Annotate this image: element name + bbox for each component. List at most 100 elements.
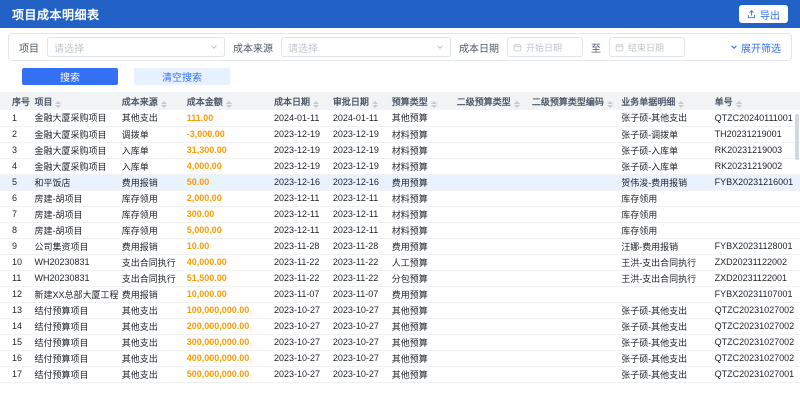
column-header-label: 成本金额 <box>186 96 223 107</box>
date-start-placeholder: 开始日期 <box>526 42 563 53</box>
cell-doc_no: QTZC20231027002 <box>710 334 800 351</box>
sort-icon[interactable] <box>160 100 167 108</box>
date-end-input[interactable]: 结束日期 <box>609 37 685 57</box>
cell-project: 结付预算项目 <box>30 366 118 383</box>
table-row[interactable]: 17 结付预算项目 其他支出 500,000,000.00 2023-10-27 2023… <box>0 366 800 383</box>
cell-sub_code <box>527 286 618 303</box>
cell-cost_date: 2023-11-28 <box>270 238 329 255</box>
sort-icon[interactable] <box>55 100 62 108</box>
cell-detail: 张子硕-入库单 <box>617 142 711 159</box>
cell-index: 17 <box>0 366 31 383</box>
cell-detail: 张子硕-其他支出 <box>617 318 711 335</box>
cell-approve_date: 2023-10-27 <box>328 350 388 367</box>
cell-index: 8 <box>0 222 31 239</box>
table-row[interactable]: 5 和平饭店 费用报销 50.00 2023-12-16 2023-12-16 费用预算 贺伟… <box>0 174 800 191</box>
table-row[interactable]: 6 房建-胡项目 库存领用 2,000.00 2023-12-11 2023-12-11 材… <box>0 190 800 207</box>
search-button[interactable]: 搜索 <box>22 68 118 85</box>
column-header-budget_type[interactable]: 预算类型 <box>387 92 453 110</box>
cell-doc_no: RK20231219002 <box>710 158 800 175</box>
sort-icon[interactable] <box>430 100 437 108</box>
cell-budget_type: 分包预算 <box>387 270 453 287</box>
cell-budget_type: 其他预算 <box>387 366 453 383</box>
sort-icon[interactable] <box>371 100 378 108</box>
column-header-approve_date[interactable]: 审批日期 <box>328 92 388 110</box>
table-row[interactable]: 9 公司集资项目 费用报销 10.00 2023-11-28 2023-11-28 费用预算… <box>0 238 800 255</box>
sort-icon[interactable] <box>735 100 742 108</box>
cell-source: 入库单 <box>117 142 183 159</box>
cell-doc_no <box>710 206 800 223</box>
table-row[interactable]: 7 房建-胡项目 库存领用 300.00 2023-12-11 2023-12-11 材料预… <box>0 206 800 223</box>
date-start-input[interactable]: 开始日期 <box>507 37 583 57</box>
table-row[interactable]: 2 金融大厦采购项目 调拨单 -3,000.00 2023-12-19 2023-12-1… <box>0 126 800 143</box>
cell-detail: 张子硕-其他支出 <box>617 302 711 319</box>
cell-sub_type <box>452 238 528 255</box>
cell-cost_date: 2023-10-27 <box>270 334 329 351</box>
export-button[interactable]: 导出 <box>739 5 788 23</box>
cell-project: 结付预算项目 <box>30 302 118 319</box>
cell-detail: 库存领用 <box>617 206 711 223</box>
cell-index: 14 <box>0 318 31 335</box>
cell-amount: 111.00 <box>182 110 271 127</box>
table-row[interactable]: 10 WH20230831 支出合同执行 40,000.00 2023-11-22 202… <box>0 254 800 271</box>
column-header-project[interactable]: 项目 <box>30 92 118 110</box>
clear-search-button[interactable]: 清空搜索 <box>134 68 230 85</box>
cell-project: WH20230831 <box>30 254 118 271</box>
sort-icon[interactable] <box>606 100 613 108</box>
cell-sub_code <box>527 270 618 287</box>
column-header-source[interactable]: 成本来源 <box>117 92 183 110</box>
project-filter-label: 项目 <box>19 43 39 55</box>
table-row[interactable]: 13 结付预算项目 其他支出 100,000,000.00 2023-10-27 2023… <box>0 302 800 319</box>
source-filter-label: 成本来源 <box>233 43 273 55</box>
cell-approve_date: 2023-11-22 <box>328 270 388 287</box>
cell-cost_date: 2023-11-22 <box>270 270 329 287</box>
cell-cost_date: 2024-01-11 <box>270 110 329 127</box>
cell-sub_code <box>527 110 618 127</box>
sort-icon[interactable] <box>678 100 685 108</box>
cell-source: 其他支出 <box>117 318 183 335</box>
cell-budget_type: 材料预算 <box>387 126 453 143</box>
table-row[interactable]: 8 房建-胡项目 库存领用 5,000.00 2023-12-11 2023-12-11 材… <box>0 222 800 239</box>
column-header-cost_date[interactable]: 成本日期 <box>270 92 329 110</box>
cell-source: 费用报销 <box>117 286 183 303</box>
column-header-doc_no[interactable]: 单号 <box>710 92 800 110</box>
cell-source: 其他支出 <box>117 366 183 383</box>
table-row[interactable]: 12新建XX总部大厦工程二期费用报销10,000.002023-11-07202… <box>0 286 800 303</box>
cell-sub_type <box>452 302 528 319</box>
table-row[interactable]: 16 结付预算项目 其他支出 400,000,000.00 2023-10-27 2023… <box>0 350 800 367</box>
table-row[interactable]: 14 结付预算项目 其他支出 200,000,000.00 2023-10-27 2023… <box>0 318 800 335</box>
sort-icon[interactable] <box>513 100 520 108</box>
table-row[interactable]: 4 金融大厦采购项目 入库单 4,000.00 2023-12-19 2023-12-19… <box>0 158 800 175</box>
cell-amount: 2,000.00 <box>182 190 271 207</box>
column-header-label: 单号 <box>714 96 733 107</box>
column-header-detail[interactable]: 业务单据明细 <box>617 92 711 110</box>
cell-sub_type <box>452 350 528 367</box>
cell-sub_type <box>452 190 528 207</box>
table-row[interactable]: 11 WH20230831 支出合同执行 51,500.00 2023-11-22 202… <box>0 270 800 287</box>
vertical-scrollbar-thumb[interactable] <box>795 114 799 160</box>
column-header-label: 二级预算类型编码 <box>531 96 604 107</box>
cell-source: 费用报销 <box>117 238 183 255</box>
sort-icon[interactable] <box>313 100 320 108</box>
cell-doc_no <box>710 222 800 239</box>
cell-amount: 400,000,000.00 <box>182 350 271 367</box>
sort-icon[interactable] <box>225 100 232 108</box>
cell-doc_no: QTZC20231027002 <box>710 318 800 335</box>
source-select-placeholder: 请选择 <box>288 43 318 55</box>
cell-project: 结付预算项目 <box>30 318 118 335</box>
cell-budget_type: 材料预算 <box>387 142 453 159</box>
expand-filter-link[interactable]: 展开筛选 <box>730 40 781 55</box>
column-header-sub_code[interactable]: 二级预算类型编码 <box>527 92 618 110</box>
cell-doc_no <box>710 190 800 207</box>
cell-doc_no: ZXD20231122001 <box>710 270 800 287</box>
column-header-amount[interactable]: 成本金额 <box>182 92 271 110</box>
table-row[interactable]: 1 金融大厦采购项目 其他支出 111.00 2024-01-11 2024-01-11 其… <box>0 110 800 127</box>
column-header-sub_type[interactable]: 二级预算类型 <box>452 92 528 110</box>
project-select[interactable]: 请选择 <box>47 37 225 57</box>
table-row[interactable]: 15 结付预算项目 其他支出 300,000,000.00 2023-10-27 2023… <box>0 334 800 351</box>
calendar-icon <box>513 43 522 52</box>
table-row[interactable]: 3 金融大厦采购项目 入库单 31,300.00 2023-12-19 2023-12-1… <box>0 142 800 159</box>
expand-filter-label: 展开筛选 <box>741 43 781 55</box>
cell-sub_code <box>527 366 618 383</box>
cell-source: 其他支出 <box>117 302 183 319</box>
source-select[interactable]: 请选择 <box>281 37 451 57</box>
